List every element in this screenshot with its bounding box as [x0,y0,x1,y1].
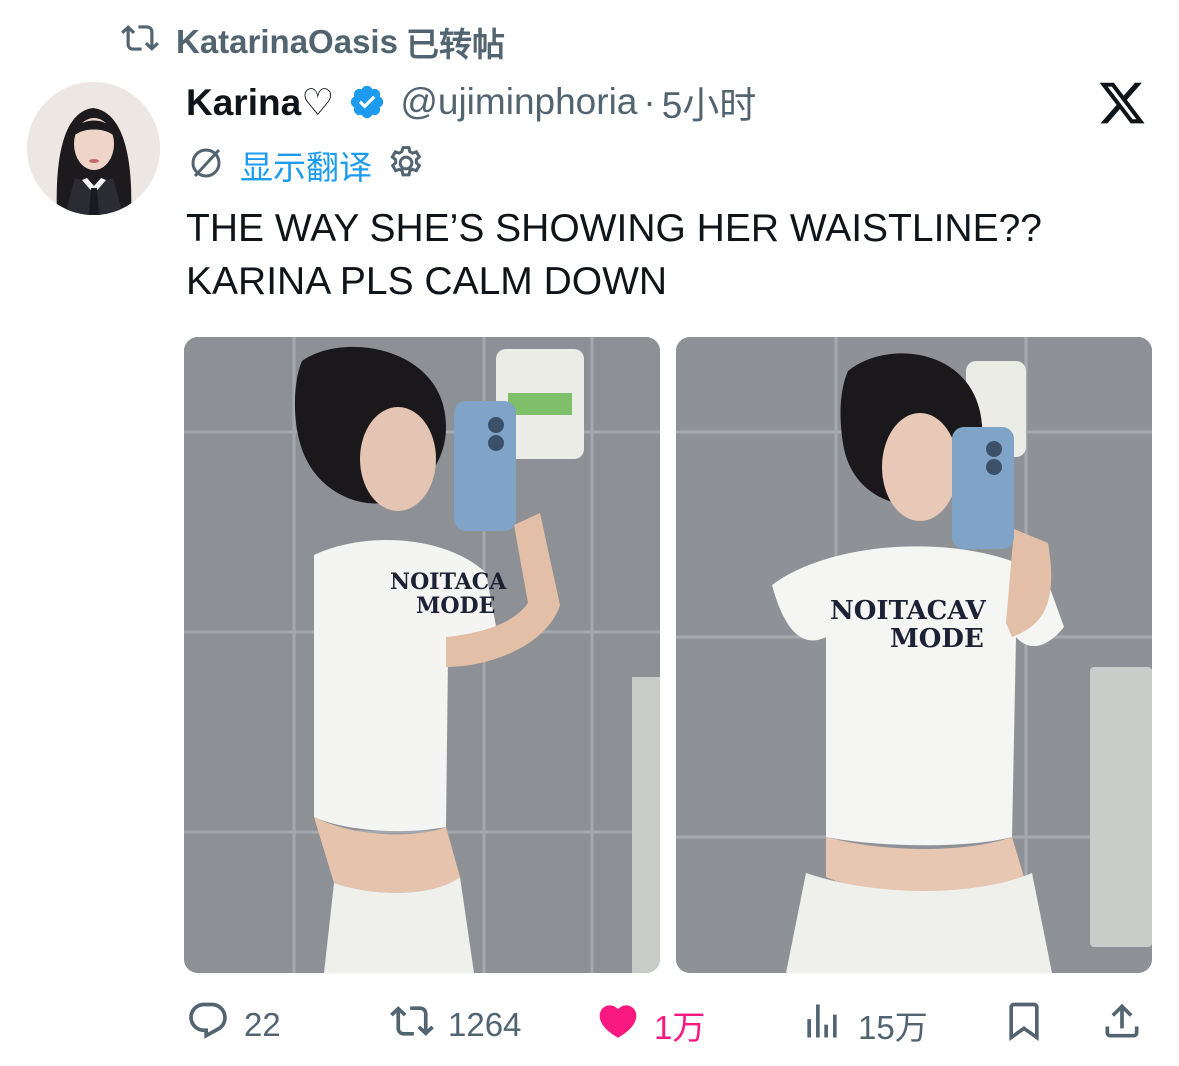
bookmark-button[interactable] [1002,996,1046,1054]
media-photo-2[interactable]: NOITACAV MODE [676,337,1152,973]
timestamp[interactable]: 5小时 [662,75,757,129]
analytics-icon [800,999,844,1051]
show-translation-link[interactable]: 显示翻译 [240,141,372,189]
share-button[interactable] [1100,996,1144,1054]
action-bar: 22 1264 1万 15万 [186,996,1148,1054]
svg-text:MODE: MODE [890,624,984,654]
shirt-text: NOITACAV [830,596,987,626]
reply-count: 22 [244,1006,281,1043]
reply-button[interactable]: 22 [186,996,281,1054]
avatar[interactable] [27,82,160,215]
verified-badge-icon [348,83,386,121]
repost-icon [390,999,434,1051]
tweet-text-line-2: KARINA PLS CALM DOWN [186,260,668,303]
media-grid: NOITA​CA MODE NOITACAV MODE [184,337,1152,973]
no-translate-icon [186,143,226,188]
repost-indicator[interactable]: KatarinaOasis 已转帖 [118,19,505,65]
reply-icon [186,999,230,1051]
repost-button[interactable]: 1264 [390,996,521,1054]
x-logo-icon [1097,78,1147,128]
like-button[interactable]: 1万 [596,996,705,1054]
views-button[interactable]: 15万 [800,996,928,1054]
bookmark-icon [1002,999,1046,1051]
gear-icon[interactable] [386,143,426,188]
display-name[interactable]: Karina♡ [186,81,334,124]
repost-count: 1264 [448,1006,522,1043]
repost-icon [118,19,162,65]
translate-row: 显示翻译 [186,142,426,188]
media-photo-1[interactable]: NOITA​CA MODE [184,337,660,973]
tweet-text-line-1: THE WAY SHE’S SHOWING HER WAISTLINE?? [186,207,1042,250]
heart-icon [596,999,640,1051]
share-icon [1100,999,1144,1051]
repost-user[interactable]: KatarinaOasis [176,23,398,61]
like-count: 1万 [654,1009,706,1046]
views-count: 15万 [858,1009,928,1046]
handle[interactable]: @ujiminphoria [400,81,637,123]
tweet-header: Karina♡ @ujiminphoria · 5小时 [186,78,756,126]
shirt-text: NOITA​CA [390,569,507,595]
tweet-text: THE WAY SHE’S SHOWING HER WAISTLINE?? KA… [186,202,1146,308]
separator-dot: · [643,81,656,122]
repost-suffix: 已转帖 [405,26,505,63]
svg-text:MODE: MODE [416,593,495,619]
